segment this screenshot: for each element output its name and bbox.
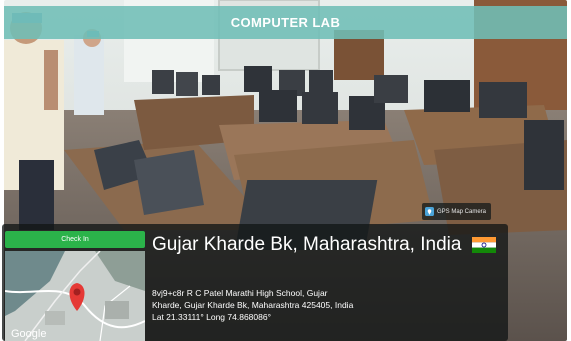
address-line-2: Kharde, Gujar Kharde Bk, Maharashtra 425… [152, 300, 354, 310]
gps-app-label: GPS Map Camera [437, 208, 487, 215]
map-attribution: Google [11, 328, 46, 340]
place-name: Gujar Kharde Bk, Maharashtra, India [152, 233, 512, 256]
camera-map-icon [425, 207, 434, 216]
location-map: Google [5, 251, 145, 341]
coordinates-line: Lat 21.33111° Long 74.868086° [152, 312, 271, 322]
place-text: Gujar Kharde Bk, Maharashtra, India [152, 234, 462, 255]
address-line-1: 8vj9+c8r R C Patel Marathi High School, … [152, 288, 328, 298]
title-banner: COMPUTER LAB [4, 6, 567, 39]
title-text: COMPUTER LAB [230, 15, 341, 30]
india-flag-icon [471, 237, 496, 253]
check-in-badge: Check In [5, 231, 145, 248]
check-in-label: Check In [61, 236, 89, 243]
gps-map-camera-tag: GPS Map Camera [422, 203, 492, 220]
address-block: 8vj9+c8r R C Patel Marathi High School, … [152, 287, 512, 323]
